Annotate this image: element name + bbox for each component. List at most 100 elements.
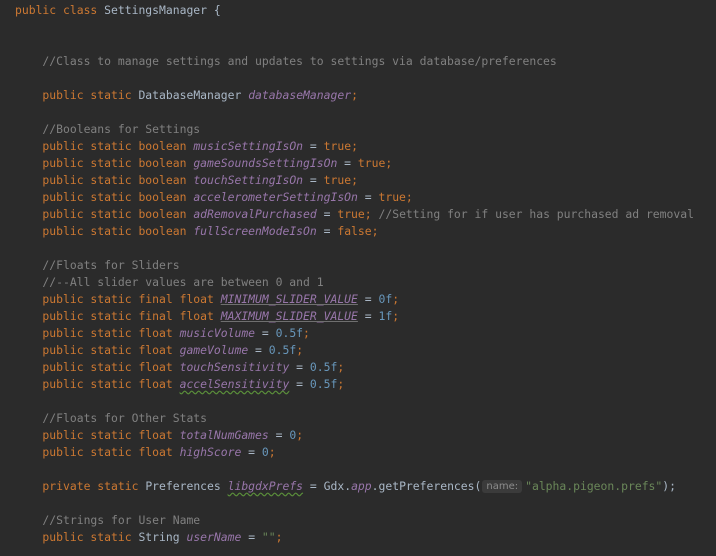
code-token: = bbox=[255, 326, 276, 340]
code-token: gameVolume bbox=[179, 343, 249, 357]
code-token: 0 bbox=[261, 445, 269, 459]
code-token: true bbox=[357, 156, 386, 170]
code-line[interactable]: public static float totalNumGames = 0; bbox=[15, 427, 303, 444]
code-token: highScore bbox=[179, 445, 242, 459]
code-token: true bbox=[378, 190, 406, 204]
code-line[interactable]: public static boolean accelerometerSetti… bbox=[15, 189, 413, 206]
code-token: ; bbox=[351, 173, 358, 187]
code-token: "" bbox=[261, 530, 276, 544]
code-token: = bbox=[289, 377, 310, 391]
code-token: 0.5f bbox=[309, 360, 338, 374]
code-line[interactable]: private static Preferences libgdxPrefs =… bbox=[15, 478, 676, 495]
code-token: true bbox=[337, 207, 365, 221]
code-token: //Setting for if user has purchased ad r… bbox=[378, 207, 694, 221]
code-token: ; bbox=[268, 445, 276, 459]
code-token: = bbox=[289, 360, 310, 374]
code-token: app bbox=[351, 479, 372, 493]
code-line[interactable]: public static boolean musicSettingIsOn =… bbox=[15, 138, 358, 155]
code-token: ; bbox=[405, 190, 413, 204]
code-token: fullScreenModeIsOn bbox=[193, 224, 317, 238]
code-line[interactable]: public static boolean fullScreenModeIsOn… bbox=[15, 223, 379, 240]
code-line[interactable]: public static float touchSensitivity = 0… bbox=[15, 359, 344, 376]
code-token: true bbox=[323, 173, 352, 187]
code-line[interactable]: //Floats for Other Stats bbox=[15, 410, 207, 427]
code-token: ; bbox=[337, 360, 345, 374]
code-token: public static float bbox=[15, 428, 180, 442]
code-line[interactable]: public static final float MINIMUM_SLIDER… bbox=[15, 291, 399, 308]
code-token: public static boolean bbox=[15, 156, 194, 170]
code-token: = bbox=[241, 445, 262, 459]
code-token: public static bbox=[15, 88, 139, 102]
code-token: private static bbox=[15, 479, 146, 493]
code-token: = bbox=[303, 173, 324, 187]
code-token: 0.5f bbox=[309, 377, 338, 391]
code-line[interactable]: public static String userName = ""; bbox=[15, 529, 282, 546]
code-line[interactable]: public static float musicVolume = 0.5f; bbox=[15, 325, 310, 342]
code-line[interactable]: public static final float MAXIMUM_SLIDER… bbox=[15, 308, 399, 325]
code-token: false bbox=[337, 224, 372, 238]
code-token: //Class to manage settings and updates t… bbox=[15, 54, 557, 68]
code-token: musicVolume bbox=[179, 326, 256, 340]
code-token: MAXIMUM_SLIDER_VALUE bbox=[220, 309, 358, 323]
code-token: = bbox=[241, 530, 262, 544]
code-token: true bbox=[323, 139, 352, 153]
code-token: = bbox=[268, 428, 290, 442]
code-token: databaseManager bbox=[248, 88, 352, 102]
code-token: public class bbox=[15, 3, 105, 17]
code-token: .getPreferences( bbox=[371, 479, 482, 493]
code-token: ; bbox=[392, 292, 400, 306]
code-token: = bbox=[316, 207, 338, 221]
code-token: //Booleans for Settings bbox=[15, 122, 201, 136]
code-token: String bbox=[138, 530, 187, 544]
code-token: DatabaseManager bbox=[138, 88, 249, 102]
code-token: public static bbox=[15, 530, 139, 544]
code-token: 1f bbox=[378, 309, 393, 323]
code-line[interactable]: public static boolean gameSoundsSettingI… bbox=[15, 155, 392, 172]
code-token: ; bbox=[351, 139, 358, 153]
code-token: public static boolean bbox=[15, 139, 194, 153]
code-token: 0.5f bbox=[275, 326, 304, 340]
code-token: accelerometerSettingIsOn bbox=[193, 190, 358, 204]
code-line[interactable]: public static float highScore = 0; bbox=[15, 444, 276, 461]
code-token: ; bbox=[364, 207, 379, 221]
code-line[interactable]: //--All slider values are between 0 and … bbox=[15, 274, 324, 291]
code-line[interactable]: public static boolean touchSettingIsOn =… bbox=[15, 172, 358, 189]
code-token: public static float bbox=[15, 377, 180, 391]
code-token: libgdxPrefs bbox=[227, 479, 304, 493]
code-token: userName bbox=[186, 530, 242, 544]
code-token: adRemovalPurchased bbox=[193, 207, 317, 221]
code-token: = bbox=[357, 309, 379, 323]
code-line[interactable]: public static float gameVolume = 0.5f; bbox=[15, 342, 303, 359]
code-line[interactable]: //Strings for User Name bbox=[15, 512, 200, 529]
code-token: public static float bbox=[15, 343, 180, 357]
code-token: = Gdx. bbox=[303, 479, 352, 493]
code-editor[interactable]: public class SettingsManager { //Class t… bbox=[0, 0, 716, 556]
code-line[interactable]: //Booleans for Settings bbox=[15, 121, 200, 138]
code-line[interactable]: //Floats for Sliders bbox=[15, 257, 180, 274]
code-token: touchSettingIsOn bbox=[193, 173, 304, 187]
code-token: public static float bbox=[15, 360, 180, 374]
code-token: = bbox=[303, 139, 324, 153]
code-token: touchSensitivity bbox=[179, 360, 290, 374]
code-token: ; bbox=[385, 156, 393, 170]
code-token: ; bbox=[296, 428, 304, 442]
code-token: ; bbox=[296, 343, 304, 357]
code-token: //--All slider values are between 0 and … bbox=[15, 275, 324, 289]
code-token: ; bbox=[337, 377, 345, 391]
code-token: public static boolean bbox=[15, 207, 194, 221]
code-token: public static boolean bbox=[15, 190, 194, 204]
code-line[interactable]: public static float accelSensitivity = 0… bbox=[15, 376, 344, 393]
code-token: musicSettingIsOn bbox=[193, 139, 304, 153]
code-token: gameSoundsSettingIsOn bbox=[193, 156, 338, 170]
code-line[interactable]: //Class to manage settings and updates t… bbox=[15, 53, 557, 70]
code-token: 0f bbox=[378, 292, 393, 306]
code-line[interactable]: public static DatabaseManager databaseMa… bbox=[15, 87, 358, 104]
code-token: Preferences bbox=[145, 479, 228, 493]
code-token: //Floats for Sliders bbox=[15, 258, 180, 272]
code-line[interactable]: public class SettingsManager { bbox=[15, 2, 221, 19]
code-token: = bbox=[357, 292, 379, 306]
code-line[interactable]: public static boolean adRemovalPurchased… bbox=[15, 206, 694, 223]
code-token: = bbox=[357, 190, 379, 204]
code-token: ; bbox=[371, 224, 379, 238]
code-token: ; bbox=[303, 326, 310, 340]
